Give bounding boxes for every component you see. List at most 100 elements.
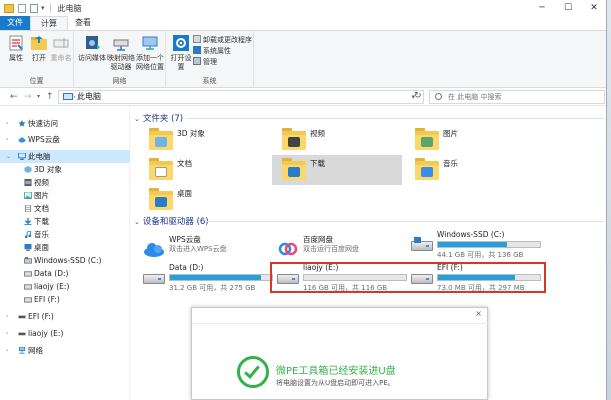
address-path: 此电脑 bbox=[77, 92, 101, 101]
network-drive-icon bbox=[113, 39, 129, 51]
folder-3d-objects[interactable]: 3D 对象 bbox=[139, 125, 269, 155]
nav-item-usb-liaojy[interactable]: › liaojy (E:) bbox=[0, 327, 130, 340]
nav-label: liaojy (E:) bbox=[28, 329, 64, 338]
nav-item-usb-efi[interactable]: › EFI (F:) bbox=[0, 310, 130, 323]
properties-quick-icon[interactable] bbox=[18, 3, 26, 13]
recent-dropdown-icon[interactable]: ▾ bbox=[37, 93, 40, 100]
address-input[interactable]: › 此电脑 ▾ bbox=[58, 90, 424, 104]
chevron-right-icon[interactable]: › bbox=[6, 117, 8, 130]
drive-d[interactable]: Data (D:) 31.2 GB 可用，共 275 GB bbox=[139, 263, 275, 293]
refresh-icon[interactable]: ↻ bbox=[414, 91, 422, 101]
drive-baidu-netdisk[interactable]: 百度网盘 双击运行百度网盘 bbox=[273, 234, 409, 264]
network-location-icon bbox=[142, 36, 158, 50]
quick-access-dropdown-icon[interactable]: ▾ bbox=[41, 4, 45, 12]
folder-desktop[interactable]: 桌面 bbox=[139, 185, 269, 215]
manage-button[interactable]: 管理 bbox=[193, 57, 217, 67]
folder-pictures[interactable]: 图片 bbox=[405, 125, 535, 155]
nav-item-3d-objects[interactable]: 3D 对象 bbox=[0, 163, 130, 176]
properties-button[interactable]: 属性 bbox=[4, 34, 28, 63]
nav-item-drive-c[interactable]: Windows-SSD (C:) bbox=[0, 254, 130, 267]
folders-section-header[interactable]: ⌄ 文件夹 (7) bbox=[134, 112, 183, 124]
nav-item-drive-e[interactable]: liaojy (E:) bbox=[0, 280, 130, 293]
media-icon bbox=[86, 36, 100, 50]
folder-name: 桌面 bbox=[177, 189, 192, 198]
folder-icon bbox=[415, 158, 439, 180]
folder-name: 3D 对象 bbox=[177, 129, 205, 138]
forward-button[interactable]: → bbox=[24, 92, 32, 102]
nav-item-drive-f[interactable]: EFI (F:) bbox=[0, 293, 130, 306]
ribbon-group-network: 访问媒体 映射网络驱动器 添加一个网络位置 网络 bbox=[74, 31, 166, 88]
uninstall-button[interactable]: 卸载或更改程序 bbox=[193, 35, 252, 45]
open-button[interactable]: 打开 bbox=[27, 34, 51, 63]
dialog-divider bbox=[192, 323, 489, 324]
tab-view[interactable]: 查看 bbox=[68, 16, 98, 30]
nav-label: WPS云盘 bbox=[28, 135, 60, 144]
nav-item-wps-cloud[interactable]: › WPS云盘 bbox=[0, 133, 130, 146]
add-location-button[interactable]: 添加一个网络位置 bbox=[136, 34, 164, 72]
minimize-button[interactable]: ─ bbox=[529, 0, 555, 16]
drive-c[interactable]: Windows-SSD (C:) 44.1 GB 可用，共 136 GB bbox=[407, 230, 543, 260]
tab-file[interactable]: 文件 bbox=[0, 16, 30, 30]
search-input[interactable]: 在 此电脑 中搜索 bbox=[429, 90, 605, 104]
nav-item-drive-d[interactable]: Data (D:) bbox=[0, 267, 130, 280]
rename-button[interactable]: 重命名 bbox=[49, 34, 73, 63]
rename-icon bbox=[53, 38, 69, 48]
nav-item-pictures[interactable]: 图片 bbox=[0, 189, 130, 202]
folder-documents[interactable]: 文档 bbox=[139, 155, 269, 185]
nav-item-network[interactable]: › 网络 bbox=[0, 344, 130, 357]
nav-item-music[interactable]: 音乐 bbox=[0, 228, 130, 241]
nav-label: 下载 bbox=[34, 217, 49, 226]
folder-name: 图片 bbox=[443, 129, 458, 138]
nav-label: 音乐 bbox=[34, 230, 49, 239]
nav-item-documents[interactable]: 文档 bbox=[0, 202, 130, 215]
chevron-down-icon[interactable]: ⌄ bbox=[134, 218, 140, 226]
system-properties-button[interactable]: 系统属性 bbox=[193, 46, 231, 56]
chevron-right-icon[interactable]: › bbox=[6, 310, 8, 323]
nav-item-downloads[interactable]: 下载 bbox=[0, 215, 130, 228]
new-folder-quick-icon[interactable] bbox=[30, 3, 38, 13]
nav-item-this-pc[interactable]: ⌄ 此电脑 bbox=[0, 150, 130, 163]
maximize-button[interactable]: ☐ bbox=[555, 0, 581, 16]
hard-drive-icon bbox=[143, 270, 165, 286]
computer-icon bbox=[18, 153, 26, 160]
drive-name: Windows-SSD (C:) bbox=[437, 230, 505, 239]
drive-icon bbox=[24, 271, 32, 277]
chevron-right-icon[interactable]: › bbox=[6, 133, 8, 146]
close-button[interactable]: ✕ bbox=[581, 0, 606, 16]
nav-item-desktop[interactable]: 桌面 bbox=[0, 241, 130, 254]
success-check-icon bbox=[237, 356, 269, 388]
search-icon bbox=[435, 93, 442, 100]
properties-label: 属性 bbox=[9, 54, 23, 62]
nav-item-videos[interactable]: 视频 bbox=[0, 176, 130, 189]
folder-name: 视频 bbox=[310, 129, 325, 138]
chevron-right-icon[interactable]: › bbox=[6, 344, 8, 357]
devices-section-header[interactable]: ⌄ 设备和驱动器 (6) bbox=[134, 215, 209, 227]
nav-item-quick-access[interactable]: › 快速访问 bbox=[0, 117, 130, 130]
drive-wps-cloud[interactable]: WPS云盘 双击进入WPS云盘 bbox=[139, 234, 275, 264]
map-drive-button[interactable]: 映射网络驱动器 bbox=[107, 34, 135, 72]
nav-label: EFI (F:) bbox=[28, 312, 54, 321]
folder-music[interactable]: 音乐 bbox=[405, 155, 535, 185]
check-icon bbox=[193, 46, 201, 54]
chevron-right-icon[interactable]: › bbox=[6, 327, 8, 340]
open-settings-button[interactable]: 打开设置 bbox=[169, 34, 193, 72]
chevron-down-icon[interactable]: ⌄ bbox=[6, 150, 11, 163]
chevron-right-icon[interactable]: › bbox=[73, 91, 76, 103]
nav-label: Data (D:) bbox=[34, 269, 69, 278]
folder-videos[interactable]: 视频 bbox=[272, 125, 402, 155]
drive-usage-fill bbox=[438, 242, 508, 247]
drive-usage-bar bbox=[169, 274, 273, 281]
back-button[interactable]: ← bbox=[10, 92, 18, 102]
ribbon-group-location-label: 位置 bbox=[29, 77, 44, 85]
folder-downloads[interactable]: 下载 bbox=[272, 155, 402, 185]
up-button[interactable]: ↑ bbox=[46, 92, 54, 102]
nav-label: 文档 bbox=[34, 204, 49, 213]
section-title: 文件夹 (7) bbox=[142, 114, 184, 124]
tab-computer[interactable]: 计算机 bbox=[30, 16, 68, 42]
dialog-close-button[interactable]: × bbox=[475, 309, 482, 318]
desktop-icon bbox=[24, 244, 32, 251]
chevron-down-icon[interactable]: ⌄ bbox=[134, 115, 140, 123]
access-media-button[interactable]: 访问媒体 bbox=[78, 34, 106, 63]
baidu-netdisk-icon bbox=[278, 242, 298, 256]
drive-icon bbox=[24, 297, 32, 303]
